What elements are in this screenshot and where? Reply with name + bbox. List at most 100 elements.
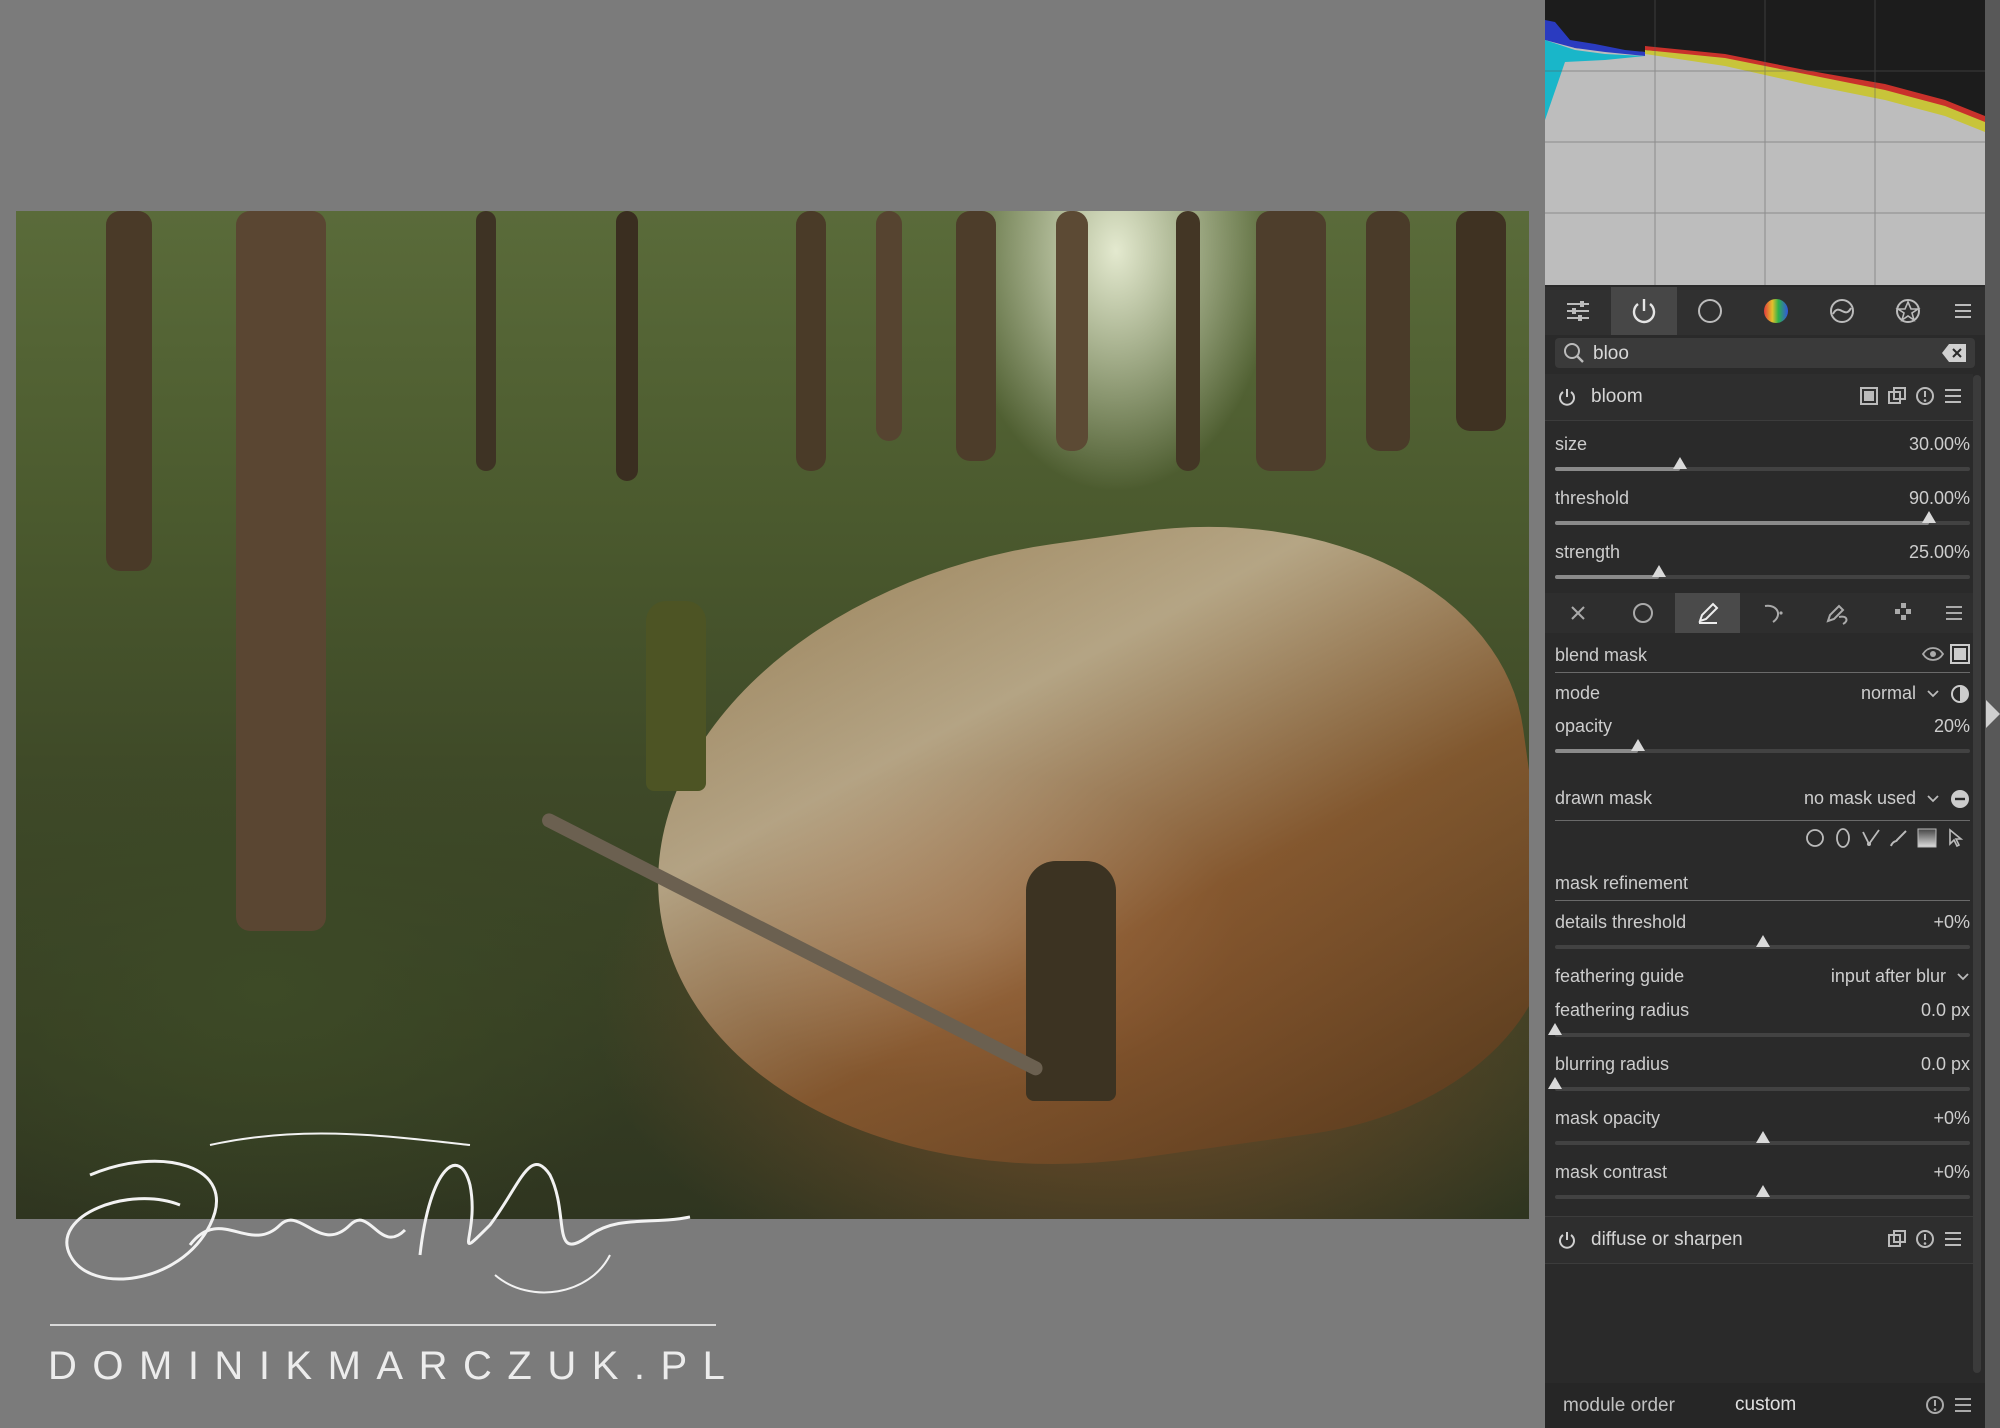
blend-tab-off[interactable] bbox=[1545, 593, 1610, 633]
slider-track-blurring[interactable] bbox=[1548, 1077, 1970, 1091]
mask-display-icon[interactable] bbox=[1950, 644, 1970, 664]
blend-tab-parametric[interactable] bbox=[1740, 593, 1805, 633]
gradient-shape-icon[interactable] bbox=[1917, 828, 1937, 848]
slider-track-threshold[interactable] bbox=[1555, 511, 1970, 525]
slider-thumb[interactable] bbox=[1756, 935, 1770, 947]
tab-base[interactable] bbox=[1677, 287, 1743, 335]
photo-stump bbox=[646, 601, 706, 791]
blend-tab-drawn-parametric[interactable] bbox=[1805, 593, 1870, 633]
circle-shape-icon[interactable] bbox=[1805, 828, 1825, 848]
mask-icon[interactable] bbox=[1859, 386, 1879, 406]
tab-active-modules[interactable] bbox=[1611, 287, 1677, 335]
tab-presets-menu[interactable] bbox=[1941, 287, 1985, 335]
photo-tree bbox=[1256, 211, 1326, 471]
slider-feathering-radius[interactable]: feathering radius 0.0 px bbox=[1555, 1000, 1970, 1021]
module-power-icon[interactable] bbox=[1557, 387, 1577, 407]
clear-search-icon[interactable] bbox=[1941, 343, 1967, 363]
slider-mask-opacity[interactable]: mask opacity +0% bbox=[1555, 1108, 1970, 1129]
photo-tree bbox=[1366, 211, 1410, 451]
drawn-mask-select[interactable]: drawn mask no mask used bbox=[1555, 788, 1970, 809]
slider-thumb[interactable] bbox=[1922, 511, 1936, 523]
reset-icon[interactable] bbox=[1925, 1395, 1945, 1415]
module-order-footer: module order custom bbox=[1545, 1383, 1985, 1428]
tab-correct[interactable] bbox=[1809, 287, 1875, 335]
module-order-label: module order bbox=[1563, 1395, 1675, 1416]
presets-menu-icon[interactable] bbox=[1943, 386, 1963, 406]
chevron-down-icon bbox=[1927, 794, 1939, 802]
search-input[interactable] bbox=[1591, 340, 1925, 368]
slider-strength[interactable]: strength 25.00% bbox=[1555, 542, 1970, 563]
module-order-value[interactable]: custom bbox=[1735, 1394, 1796, 1416]
slider-thumb[interactable] bbox=[1652, 565, 1666, 577]
slider-track-details[interactable] bbox=[1555, 935, 1970, 949]
slider-label: strength bbox=[1555, 542, 1621, 562]
module-search bbox=[1555, 338, 1975, 368]
slider-threshold[interactable]: threshold 90.00% bbox=[1555, 488, 1970, 509]
photo-tree bbox=[476, 211, 496, 471]
drawn-parametric-icon bbox=[1825, 604, 1847, 625]
tab-effect[interactable] bbox=[1875, 287, 1941, 335]
slider-thumb[interactable] bbox=[1756, 1131, 1770, 1143]
reset-icon[interactable] bbox=[1915, 386, 1935, 406]
blend-tab-drawn[interactable] bbox=[1675, 593, 1740, 633]
slider-details-threshold[interactable]: details threshold +0% bbox=[1555, 912, 1970, 933]
right-panel: bloom size 30.00% threshold 90.00% stren… bbox=[1545, 0, 1985, 1428]
menu-icon bbox=[1955, 304, 1971, 318]
photo-tree bbox=[236, 211, 326, 931]
slider-thumb[interactable] bbox=[1673, 457, 1687, 469]
multi-instance-icon[interactable] bbox=[1887, 386, 1907, 406]
eye-icon[interactable] bbox=[1922, 644, 1944, 664]
module-header-diffuse[interactable]: diffuse or sharpen bbox=[1545, 1216, 1973, 1264]
feathering-guide-select[interactable]: feathering guide input after blur bbox=[1555, 966, 1970, 987]
blend-mode-select[interactable]: mode normal bbox=[1555, 683, 1970, 704]
module-header-bloom[interactable]: bloom bbox=[1545, 374, 1973, 421]
polarity-icon[interactable] bbox=[1950, 684, 1970, 704]
slider-opacity[interactable]: opacity 20% bbox=[1555, 716, 1970, 737]
slider-track-opacity[interactable] bbox=[1555, 739, 1970, 753]
presets-menu-icon[interactable] bbox=[1953, 1395, 1973, 1415]
slider-value: 30.00% bbox=[1908, 434, 1970, 454]
slider-size[interactable]: size 30.00% bbox=[1555, 434, 1970, 455]
slider-value: 0.0 px bbox=[1920, 1054, 1970, 1074]
slider-mask-contrast[interactable]: mask contrast +0% bbox=[1555, 1162, 1970, 1183]
photo-tree bbox=[956, 211, 996, 461]
close-icon bbox=[1570, 606, 1585, 620]
slider-thumb[interactable] bbox=[1756, 1185, 1770, 1197]
slider-thumb[interactable] bbox=[1548, 1077, 1562, 1089]
slider-label: details threshold bbox=[1555, 912, 1687, 932]
chevron-down-icon bbox=[1927, 689, 1939, 697]
histogram[interactable] bbox=[1545, 0, 1985, 285]
photo-tree bbox=[1456, 211, 1506, 431]
brush-shape-icon[interactable] bbox=[1889, 828, 1909, 848]
section-divider bbox=[1555, 820, 1970, 821]
section-title: blend mask bbox=[1555, 645, 1648, 665]
slider-track-mask-contrast[interactable] bbox=[1555, 1185, 1970, 1199]
slider-thumb[interactable] bbox=[1631, 739, 1645, 751]
slider-track-strength[interactable] bbox=[1555, 565, 1970, 579]
tab-quick-access[interactable] bbox=[1545, 287, 1611, 335]
field-label: drawn mask bbox=[1555, 788, 1653, 808]
multi-instance-icon[interactable] bbox=[1887, 1229, 1907, 1249]
slider-track-feathering[interactable] bbox=[1548, 1023, 1970, 1037]
panel-scrollbar[interactable] bbox=[1973, 375, 1981, 1373]
reset-icon[interactable] bbox=[1915, 1229, 1935, 1249]
slider-blurring-radius[interactable]: blurring radius 0.0 px bbox=[1555, 1054, 1970, 1075]
slider-track-size[interactable] bbox=[1555, 457, 1970, 471]
edit-shapes-icon[interactable] bbox=[1945, 828, 1965, 848]
slider-thumb[interactable] bbox=[1548, 1023, 1562, 1035]
presets-menu-icon[interactable] bbox=[1943, 1229, 1963, 1249]
slider-track-mask-opacity[interactable] bbox=[1555, 1131, 1970, 1145]
module-power-icon[interactable] bbox=[1557, 1230, 1577, 1250]
collapse-arrow-icon[interactable] bbox=[1986, 700, 2000, 728]
select-value: no mask used bbox=[1803, 788, 1916, 808]
photo-canvas[interactable] bbox=[16, 211, 1529, 1219]
ellipse-shape-icon[interactable] bbox=[1833, 828, 1853, 848]
blend-tab-raster[interactable] bbox=[1870, 593, 1935, 633]
tab-color[interactable] bbox=[1743, 287, 1809, 335]
blend-mask-section: blend mask bbox=[1555, 644, 1970, 666]
remove-mask-icon[interactable] bbox=[1950, 789, 1970, 809]
module-title: bloom bbox=[1591, 386, 1643, 407]
blend-tab-uniform[interactable] bbox=[1610, 593, 1675, 633]
path-shape-icon[interactable] bbox=[1861, 828, 1881, 848]
blend-tab-menu[interactable] bbox=[1935, 593, 1973, 633]
